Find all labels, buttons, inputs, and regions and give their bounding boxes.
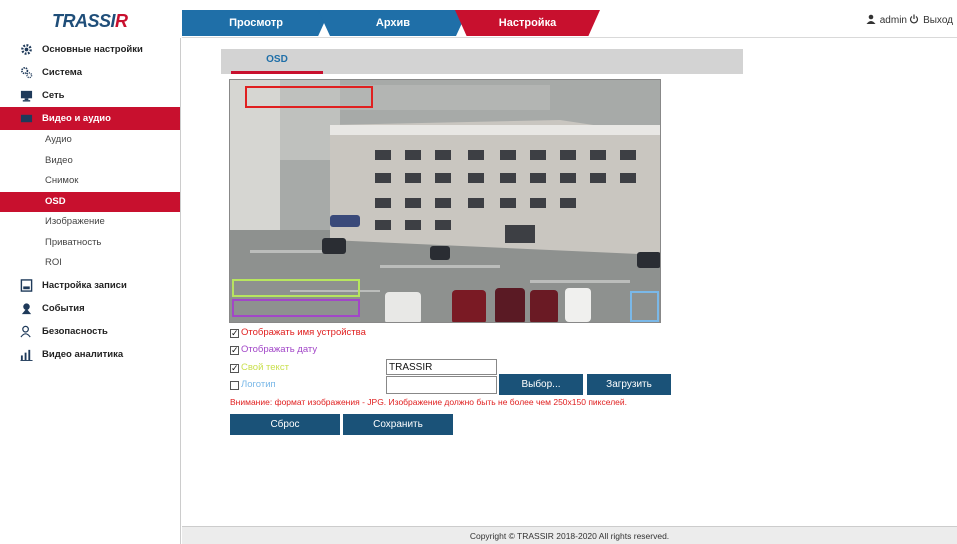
events-icon xyxy=(21,302,32,314)
logout-button[interactable]: Выход xyxy=(909,14,953,26)
show-device-name-label: Отображать имя устройства xyxy=(241,327,366,338)
tab-view[interactable]: Просмотр xyxy=(182,10,330,36)
sidebar-subitem-roi[interactable]: ROI xyxy=(0,253,180,274)
gear-icon xyxy=(21,44,32,55)
sidebar-item-events[interactable]: События xyxy=(0,297,180,320)
analytics-chart-icon xyxy=(20,349,33,361)
sidebar-item-record-settings[interactable]: Настройка записи xyxy=(0,274,180,297)
option-show-date: ✓ Отображать дату xyxy=(230,343,317,357)
system-gears-icon xyxy=(21,67,33,79)
footer-copyright: Copyright © TRASSIR 2018-2020 All rights… xyxy=(182,526,957,544)
video-icon xyxy=(20,114,33,123)
tab-settings[interactable]: Настройка xyxy=(455,10,600,36)
osd-custom-text-region[interactable] xyxy=(232,299,360,317)
logo-label: Логотип xyxy=(241,379,276,390)
sidebar-item-basic-settings[interactable]: Основные настройки xyxy=(0,38,180,61)
logo-checkbox[interactable] xyxy=(230,380,239,390)
sidebar-subitem-snapshot[interactable]: Снимок xyxy=(0,171,180,192)
logo-file-input[interactable] xyxy=(386,376,497,394)
sidebar-item-system[interactable]: Система xyxy=(0,61,180,84)
user-icon xyxy=(866,14,876,24)
sidebar-item-video-audio[interactable]: Видео и аудио xyxy=(0,107,180,130)
sidebar-item-network[interactable]: Сеть xyxy=(0,84,180,107)
sidebar-subitem-video[interactable]: Видео xyxy=(0,151,180,172)
osd-logo-region[interactable] xyxy=(630,291,659,322)
choose-file-button[interactable]: Выбор... xyxy=(499,374,583,395)
trassir-logo: TRASSIR xyxy=(52,11,128,31)
tab-osd[interactable]: OSD xyxy=(231,49,323,74)
show-device-name-checkbox[interactable]: ✓ xyxy=(230,328,239,338)
reset-button[interactable]: Сброс xyxy=(230,414,340,435)
user-menu[interactable]: admin xyxy=(866,14,907,26)
network-icon xyxy=(20,90,33,102)
show-date-checkbox[interactable]: ✓ xyxy=(230,345,239,355)
top-header: TRASSIR Просмотр Архив Настройка admin В… xyxy=(0,0,957,38)
osd-date-region[interactable] xyxy=(232,279,360,297)
camera-preview[interactable] xyxy=(229,79,661,323)
sidebar: Основные настройки Система Сеть Видео и … xyxy=(0,38,181,544)
osd-device-name-region[interactable] xyxy=(245,86,373,108)
option-own-text: ✓ Свой текст xyxy=(230,361,289,375)
own-text-input[interactable] xyxy=(386,359,497,375)
security-user-icon xyxy=(20,325,31,337)
sidebar-subitem-image[interactable]: Изображение xyxy=(0,212,180,233)
sidebar-item-security[interactable]: Безопасность xyxy=(0,320,180,343)
option-show-device-name: ✓ Отображать имя устройства xyxy=(230,326,366,340)
upload-button[interactable]: Загрузить xyxy=(587,374,671,395)
section-tabbar: OSD xyxy=(221,49,743,74)
power-icon xyxy=(910,14,919,24)
option-logo: Логотип xyxy=(230,378,276,392)
logout-label: Выход xyxy=(923,15,953,26)
sidebar-subitem-osd[interactable]: OSD xyxy=(0,191,180,212)
save-button[interactable]: Сохранить xyxy=(343,414,453,435)
sidebar-item-video-analytics[interactable]: Видео аналитика xyxy=(0,343,180,366)
sidebar-subitem-privacy[interactable]: Приватность xyxy=(0,233,180,254)
own-text-checkbox[interactable]: ✓ xyxy=(230,363,239,373)
own-text-label: Свой текст xyxy=(241,362,289,373)
tab-archive[interactable]: Архив xyxy=(318,10,468,36)
username: admin xyxy=(879,15,907,26)
sidebar-subitem-audio[interactable]: Аудио xyxy=(0,130,180,151)
image-format-warning: Внимание: формат изображения - JPG. Изоб… xyxy=(230,397,627,407)
record-settings-icon xyxy=(20,278,33,292)
show-date-label: Отображать дату xyxy=(241,344,318,355)
